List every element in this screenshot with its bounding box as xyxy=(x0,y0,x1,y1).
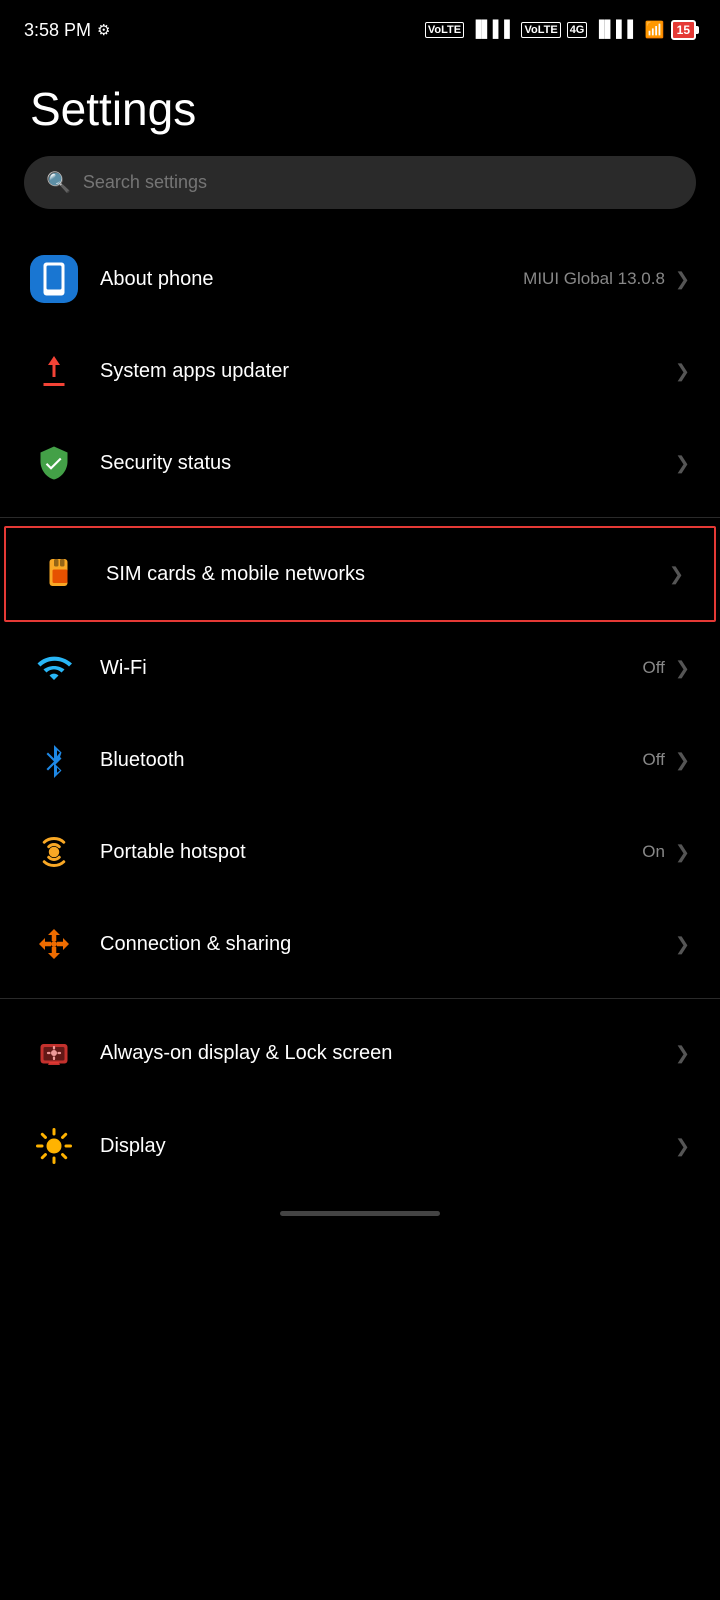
page-title: Settings xyxy=(0,52,720,156)
wifi-label: Wi-Fi xyxy=(100,657,147,680)
connection-sharing-right: ❯ xyxy=(675,934,690,955)
connection-sharing-label: Connection & sharing xyxy=(100,933,291,956)
settings-item-bluetooth[interactable]: Bluetooth Off ❯ xyxy=(0,714,720,806)
security-status-right: ❯ xyxy=(675,453,690,474)
hotspot-icon xyxy=(30,828,78,876)
search-input[interactable] xyxy=(83,172,674,193)
divider-1 xyxy=(0,517,720,518)
volte-icon-1: VoLTE xyxy=(425,22,464,38)
volte-icon-2: VoLTE xyxy=(521,22,560,38)
bluetooth-icon xyxy=(30,736,78,784)
time-text: 3:58 PM xyxy=(24,20,91,41)
hotspot-value: On xyxy=(642,842,665,862)
display-content: Display ❯ xyxy=(100,1135,690,1158)
bottom-indicator xyxy=(0,1201,720,1236)
always-on-display-right: ❯ xyxy=(675,1043,690,1064)
bluetooth-arrow: ❯ xyxy=(675,750,690,771)
settings-item-hotspot[interactable]: Portable hotspot On ❯ xyxy=(0,806,720,898)
about-phone-value: MIUI Global 13.0.8 xyxy=(523,269,665,289)
about-phone-content: About phone MIUI Global 13.0.8 ❯ xyxy=(100,268,690,291)
about-phone-arrow: ❯ xyxy=(675,269,690,290)
bluetooth-right: Off ❯ xyxy=(643,750,690,771)
security-status-arrow: ❯ xyxy=(675,453,690,474)
sim-cards-content: SIM cards & mobile networks ❯ xyxy=(106,563,684,586)
wifi-settings-icon xyxy=(30,644,78,692)
always-on-display-label: Always-on display & Lock screen xyxy=(100,1040,675,1066)
settings-item-always-on-display[interactable]: Always-on display & Lock screen ❯ xyxy=(0,1007,720,1099)
hotspot-right: On ❯ xyxy=(642,842,690,863)
about-phone-right: MIUI Global 13.0.8 ❯ xyxy=(523,269,690,290)
settings-item-sim-cards[interactable]: SIM cards & mobile networks ❯ xyxy=(4,526,716,622)
settings-item-wifi[interactable]: Wi-Fi Off ❯ xyxy=(0,622,720,714)
always-on-display-content: Always-on display & Lock screen ❯ xyxy=(100,1040,690,1066)
search-icon: 🔍 xyxy=(46,170,71,195)
status-bar: 3:58 PM ⚙ VoLTE ▐▌▌▌ VoLTE 4G ▐▌▌▌ 📶 15 xyxy=(0,0,720,52)
signal-bars-1: ▐▌▌▌ xyxy=(470,21,515,39)
status-icons: VoLTE ▐▌▌▌ VoLTE 4G ▐▌▌▌ 📶 15 xyxy=(425,20,696,40)
gear-icon: ⚙ xyxy=(97,21,110,39)
4g-badge: 4G xyxy=(567,22,588,38)
status-time: 3:58 PM ⚙ xyxy=(24,20,111,41)
system-apps-label: System apps updater xyxy=(100,360,289,383)
sim-cards-right: ❯ xyxy=(669,564,684,585)
hotspot-arrow: ❯ xyxy=(675,842,690,863)
connection-sharing-content: Connection & sharing ❯ xyxy=(100,933,690,956)
battery-icon: 15 xyxy=(671,20,696,40)
wifi-right: Off ❯ xyxy=(643,658,690,679)
settings-item-security-status[interactable]: Security status ❯ xyxy=(0,417,720,509)
hotspot-content: Portable hotspot On ❯ xyxy=(100,841,690,864)
divider-2 xyxy=(0,998,720,999)
about-phone-label: About phone xyxy=(100,268,213,291)
connection-sharing-arrow: ❯ xyxy=(675,934,690,955)
bluetooth-label: Bluetooth xyxy=(100,749,185,772)
settings-item-connection-sharing[interactable]: Connection & sharing ❯ xyxy=(0,898,720,990)
system-apps-content: System apps updater ❯ xyxy=(100,360,690,383)
hotspot-label: Portable hotspot xyxy=(100,841,246,864)
connection-sharing-icon xyxy=(30,920,78,968)
system-apps-right: ❯ xyxy=(675,361,690,382)
settings-item-about-phone[interactable]: About phone MIUI Global 13.0.8 ❯ xyxy=(0,233,720,325)
settings-list: About phone MIUI Global 13.0.8 ❯ System … xyxy=(0,233,720,1201)
settings-item-system-apps-updater[interactable]: System apps updater ❯ xyxy=(0,325,720,417)
security-status-icon xyxy=(30,439,78,487)
display-right: ❯ xyxy=(675,1136,690,1157)
wifi-arrow: ❯ xyxy=(675,658,690,679)
display-label: Display xyxy=(100,1135,166,1158)
sim-cards-label: SIM cards & mobile networks xyxy=(106,563,365,586)
display-arrow: ❯ xyxy=(675,1136,690,1157)
display-icon xyxy=(30,1122,78,1170)
system-apps-arrow: ❯ xyxy=(675,361,690,382)
about-phone-icon xyxy=(30,255,78,303)
sim-cards-icon xyxy=(36,550,84,598)
sim-cards-arrow: ❯ xyxy=(669,564,684,585)
system-apps-updater-icon xyxy=(30,347,78,395)
bluetooth-value: Off xyxy=(643,750,665,770)
security-status-label: Security status xyxy=(100,452,231,475)
wifi-content: Wi-Fi Off ❯ xyxy=(100,657,690,680)
settings-item-display[interactable]: Display ❯ xyxy=(0,1099,720,1181)
search-bar[interactable]: 🔍 xyxy=(24,156,696,209)
always-on-display-icon xyxy=(30,1029,78,1077)
wifi-value: Off xyxy=(643,658,665,678)
bluetooth-content: Bluetooth Off ❯ xyxy=(100,749,690,772)
nav-indicator-bar xyxy=(280,1211,440,1216)
wifi-icon: 📶 xyxy=(645,20,665,40)
security-status-content: Security status ❯ xyxy=(100,452,690,475)
signal-bars-2: ▐▌▌▌ xyxy=(593,21,638,39)
always-on-display-arrow: ❯ xyxy=(675,1043,690,1064)
